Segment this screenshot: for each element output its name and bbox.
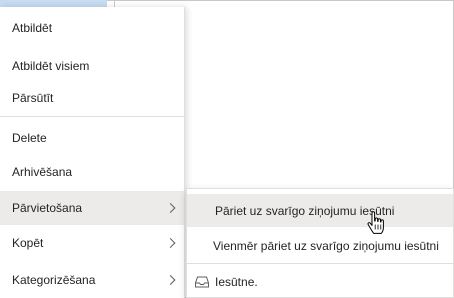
menu-item-reply[interactable]: Atbildēt — [0, 13, 184, 43]
menu-item-label: Kopēt — [12, 236, 44, 250]
inbox-tray-icon — [195, 276, 209, 288]
context-menu: Atbildēt Atbildēt visiem Pārsūtīt Delete… — [0, 7, 185, 298]
submenu-item-label: Iesūtne. — [215, 275, 258, 289]
chevron-right-icon — [165, 203, 176, 213]
menu-item-archive[interactable]: Arhivēšana — [0, 157, 184, 187]
hand-pointer-icon — [367, 211, 384, 234]
menu-item-delete[interactable]: Delete — [0, 123, 184, 153]
menu-item-move[interactable]: Pārvietošana — [0, 191, 184, 225]
submenu-item-inbox[interactable]: Iesūtne. — [187, 267, 453, 297]
menu-item-label: Kategorizēšana — [12, 273, 96, 287]
menu-item-label: Atbildēt — [12, 21, 53, 35]
submenu-item-label: Vienmēr pāriet uz svarīgo ziņojumu iesūt… — [213, 239, 439, 253]
submenu-separator — [187, 263, 453, 264]
menu-item-categorize[interactable]: Kategorizēšana — [0, 265, 184, 295]
menu-separator — [0, 116, 184, 117]
menu-item-reply-all[interactable]: Atbildēt visiem — [0, 51, 184, 81]
menu-item-label: Delete — [12, 131, 47, 145]
move-submenu: Pāriet uz svarīgo ziņojumu iesūtni Vienm… — [186, 188, 454, 298]
menu-item-copy[interactable]: Kopēt — [0, 228, 184, 258]
chevron-right-icon — [165, 238, 176, 248]
menu-item-label: Arhivēšana — [12, 165, 73, 179]
menu-item-label: Pārsūtīt — [12, 91, 54, 105]
submenu-item-always-move-to-focused[interactable]: Vienmēr pāriet uz svarīgo ziņojumu iesūt… — [187, 231, 453, 261]
chevron-right-icon — [165, 275, 176, 285]
menu-item-label: Pārvietošana — [12, 201, 83, 215]
menu-item-label: Atbildēt visiem — [12, 59, 90, 73]
menu-item-forward[interactable]: Pārsūtīt — [0, 83, 184, 113]
submenu-item-move-to-focused[interactable]: Pāriet uz svarīgo ziņojumu iesūtni — [187, 194, 453, 227]
